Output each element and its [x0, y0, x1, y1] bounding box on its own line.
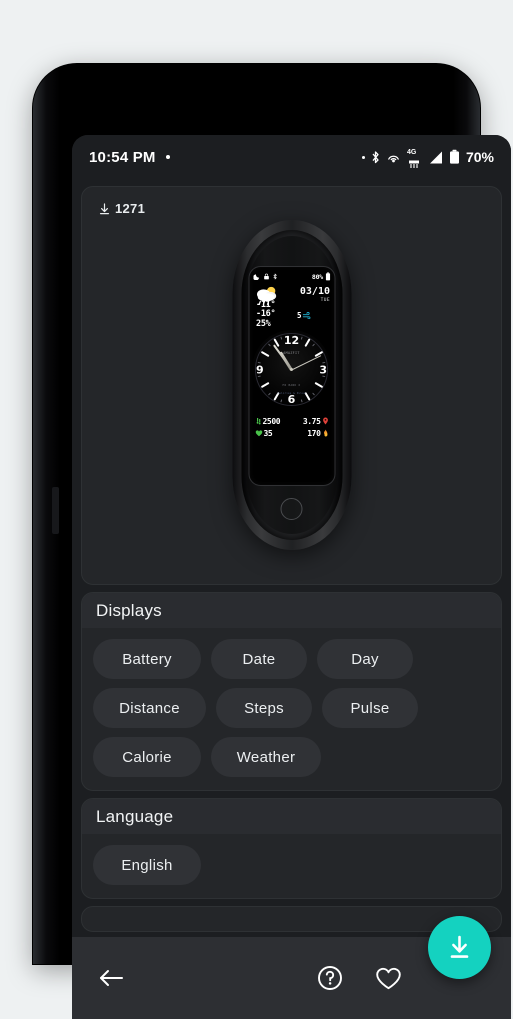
watchface-stats: 2500 3.75 35 170: [249, 415, 334, 439]
section-displays-header: Displays: [82, 593, 501, 628]
bluetooth-icon: [372, 150, 379, 163]
section-language-title: Language: [96, 806, 174, 826]
watchface-steps-value: 2500: [262, 416, 281, 426]
chip-row-spacer: [211, 845, 490, 885]
download-fab-button[interactable]: [428, 916, 491, 979]
chip-pulse[interactable]: Pulse: [322, 688, 418, 728]
chip-row-spacer: [331, 737, 490, 777]
watchface-stats-row: 35 170: [249, 427, 334, 439]
dial-numeral-12: 12: [283, 334, 300, 347]
dial-brand-bottom: Calories & Pulse: [277, 392, 306, 395]
back-arrow-icon: [100, 970, 123, 986]
notification-dot-icon: [165, 155, 170, 159]
chip-distance[interactable]: Distance: [93, 688, 206, 728]
help-circle-icon: [318, 966, 342, 990]
phone-screen: 10:54 PM 4G 70% 1271 80% 03/10 TUE -11° …: [72, 135, 511, 1019]
network-4g-icon: 4G: [406, 149, 422, 168]
watchface-calorie-value: 170: [307, 428, 321, 438]
dial-minute-tick: [279, 336, 282, 340]
watchface-steps-stat: 2500: [255, 416, 281, 426]
smartwatch-image: 80% 03/10 TUE -11° -16° 25% 5 12 3 6 9 A…: [232, 220, 351, 550]
battery-icon: [449, 149, 459, 164]
chip-weather[interactable]: Weather: [211, 737, 321, 777]
chip-row: Calorie Weather: [93, 737, 490, 777]
watchface-pulse-stat: 35: [255, 428, 273, 438]
dial-minute-tick: [279, 399, 282, 403]
chip-day[interactable]: Day: [317, 639, 413, 679]
download-count-label: 1271: [115, 201, 146, 216]
small-dot-icon: [361, 155, 365, 159]
chip-date[interactable]: Date: [211, 639, 307, 679]
watchface-temps: -11° -16° 25%: [256, 300, 276, 329]
battery-percent-label: 70%: [465, 149, 494, 165]
dial-numeral-3: 3: [319, 363, 327, 376]
status-bar-icons: 4G 70%: [361, 149, 494, 168]
watchface-wind: 5: [297, 311, 312, 320]
moon-icon: [253, 274, 259, 280]
battery-icon: [325, 272, 330, 281]
watchface-weekday: TUE: [320, 298, 330, 303]
favorite-button[interactable]: [371, 961, 405, 995]
download-count: 1271: [99, 201, 145, 216]
status-bar-time: 10:54 PM: [89, 148, 156, 166]
wind-icon: [302, 312, 311, 319]
watchface-stats-row: 2500 3.75: [249, 415, 334, 427]
watchface-preview-card[interactable]: 1271 80% 03/10 TUE -11° -16° 25% 5 12 3 …: [81, 186, 502, 585]
chip-row: English: [93, 845, 490, 885]
watchface-wind-value: 5: [297, 311, 302, 320]
watchface-date: 03/10: [299, 286, 330, 297]
watch-screen: 80% 03/10 TUE -11° -16° 25% 5 12 3 6 9 A…: [249, 267, 334, 485]
section-language: Language English: [81, 798, 502, 899]
section-displays-body: Battery Date Day Distance Steps Pulse Ca…: [82, 628, 501, 790]
chip-battery[interactable]: Battery: [93, 639, 201, 679]
watch-face: 80% 03/10 TUE -11° -16° 25% 5 12 3 6 9 A…: [249, 267, 334, 485]
back-button[interactable]: [94, 961, 128, 995]
section-language-header: Language: [82, 799, 501, 834]
download-arrow-icon: [100, 202, 109, 214]
location-pin-icon: [322, 417, 328, 425]
lock-icon: [263, 273, 269, 280]
watchface-calorie-stat: 170: [307, 429, 328, 438]
dial-numeral-9: 9: [256, 363, 264, 376]
status-bar: 10:54 PM 4G 70%: [72, 135, 511, 179]
dial-brand-top: AMAZFIT: [283, 351, 300, 355]
watch-home-button: [280, 498, 303, 520]
watchface-status-icons: [253, 273, 277, 280]
section-displays: Displays Battery Date Day Distance Steps…: [81, 592, 502, 791]
watchface-distance-stat: 3.75: [303, 417, 328, 426]
section-language-body: English: [82, 834, 501, 898]
watchface-battery-label: 80%: [311, 272, 323, 281]
watchface-battery: 80%: [312, 272, 330, 281]
chip-steps[interactable]: Steps: [216, 688, 312, 728]
watchface-date-block: 03/10 TUE: [300, 286, 330, 304]
dial-brand-mid: MI BAND 6: [282, 383, 301, 387]
chip-calorie[interactable]: Calorie: [93, 737, 201, 777]
watchface-analog-dial: 12 3 6 9 AMAZFIT MI BAND 6 Calories & Pu…: [252, 330, 331, 409]
chip-english[interactable]: English: [93, 845, 201, 885]
heart-icon: [255, 429, 262, 436]
screenshot-root: 10:54 PM 4G 70% 1271 80% 03/10 TUE -11° …: [0, 0, 513, 1019]
hotspot-icon: [387, 155, 400, 163]
watchface-weather-block: 03/10 TUE -11° -16° 25% 5: [249, 284, 334, 329]
watchface-pulse-value: 35: [263, 428, 273, 438]
download-icon: [450, 935, 469, 958]
dial-minute-tick: [300, 399, 303, 403]
help-button[interactable]: [313, 961, 347, 995]
phone-frame: 10:54 PM 4G 70% 1271 80% 03/10 TUE -11° …: [33, 64, 511, 1019]
bluetooth-icon: [272, 273, 277, 280]
steps-icon: [256, 418, 261, 425]
watchface-status-row: 80%: [253, 272, 330, 281]
phone-power-button[interactable]: [52, 487, 59, 534]
flame-icon: [323, 429, 327, 437]
chip-row: Distance Steps Pulse: [93, 688, 490, 728]
heart-outline-icon: [375, 967, 401, 989]
scroll-content[interactable]: 1271 80% 03/10 TUE -11° -16° 25% 5 12 3 …: [72, 179, 511, 1019]
watchface-humidity: 25%: [256, 318, 271, 329]
chip-row: Battery Date Day: [93, 639, 490, 679]
section-displays-title: Displays: [96, 600, 162, 620]
signal-icon: [429, 151, 442, 163]
watchface-distance-value: 3.75: [302, 416, 321, 426]
dial-minute-tick: [300, 336, 303, 340]
